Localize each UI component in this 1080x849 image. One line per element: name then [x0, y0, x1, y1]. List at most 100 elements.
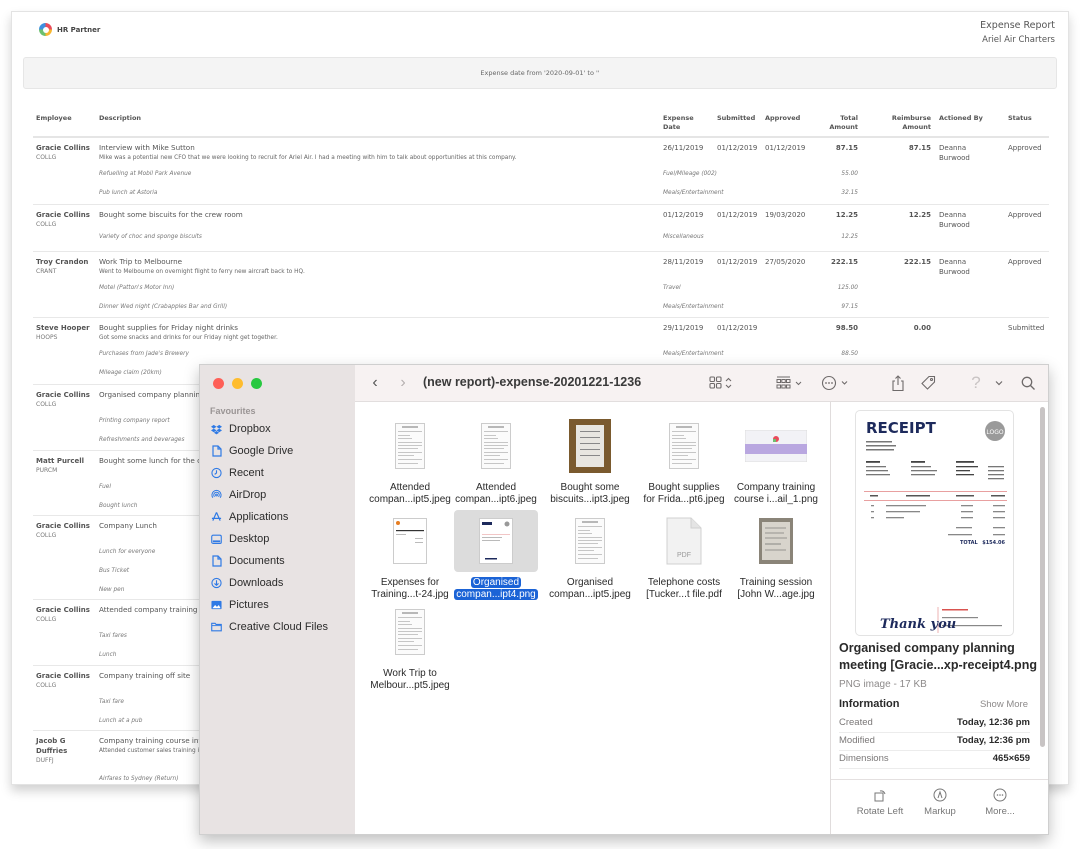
file-item[interactable]: Attended compan...ipt5.jpeg	[363, 415, 457, 506]
sidebar-item-pictures[interactable]: Pictures	[211, 595, 269, 615]
file-thumbnail	[734, 415, 818, 477]
applications-icon	[211, 512, 222, 523]
group-button[interactable]	[775, 373, 807, 393]
file-name-line2: [Tucker...t file.pdf	[646, 589, 722, 600]
line-item-description: Motel (Patton's Motor Inn)	[99, 285, 175, 291]
sidebar-item-creative-cloud-files[interactable]: Creative Cloud Files	[211, 617, 328, 637]
more-icon	[965, 788, 1035, 806]
file-name-line1: Organised	[470, 577, 522, 588]
file-thumbnail	[454, 510, 538, 572]
approved-date: 01/12/2019	[765, 144, 806, 152]
sidebar-item-airdrop[interactable]: AirDrop	[211, 485, 266, 505]
employee-code: COLLG	[36, 532, 57, 539]
pictures-icon	[211, 600, 222, 611]
company-name: Ariel Air Charters	[982, 35, 1055, 45]
file-name: Bought some biscuits...ipt3.jpeg	[543, 482, 637, 506]
file-item[interactable]: Work Trip to Melbour...pt5.jpeg	[363, 601, 457, 692]
information-header: Information	[839, 698, 900, 710]
col-description: Description	[99, 114, 142, 122]
preview-scrollbar[interactable]	[1040, 407, 1045, 747]
file-thumbnail	[368, 415, 452, 477]
sidebar-item-applications[interactable]: Applications	[211, 507, 288, 527]
submitted-date: 01/12/2019	[717, 258, 758, 266]
line-item-category: Meals/Entertainment	[663, 190, 724, 196]
more-button[interactable]: More...	[965, 788, 1035, 817]
more-toolbar-button[interactable]	[992, 373, 1006, 393]
file-name-line2: course i...ail_1.png	[734, 494, 818, 505]
employee-code: COLLG	[36, 221, 57, 228]
sidebar-item-recent[interactable]: Recent	[211, 463, 264, 483]
receipt-preview-image: RECEIPT LOGO TOTAL $154.06 Thank you	[855, 410, 1014, 636]
line-item-description: Variety of choc and sponge biscuits	[99, 234, 202, 240]
document-icon	[211, 445, 222, 457]
file-item[interactable]: Bought some biscuits...ipt3.jpeg	[543, 415, 637, 506]
employee-name: Gracie Collins	[36, 606, 90, 614]
show-more-link[interactable]: Show More	[980, 699, 1028, 710]
tag-icon	[921, 375, 936, 390]
view-mode-button[interactable]	[707, 373, 737, 393]
file-thumbnail: PDF	[642, 510, 726, 572]
employee-code: COLLG	[36, 616, 57, 623]
help-button[interactable]: ?	[968, 373, 984, 393]
tags-button[interactable]	[918, 373, 938, 393]
col-expense-date: Expense Date	[663, 114, 694, 131]
file-item[interactable]: Organised compan...ipt4.png	[449, 510, 543, 601]
finder-window: Favourites Dropbox Google Drive Recent AirD…	[199, 364, 1049, 835]
zoom-window-button[interactable]	[251, 378, 262, 389]
finder-toolbar: ‹ › (new report)-expense-20201221-1236 ?	[355, 365, 1048, 402]
info-value: 465×659	[992, 753, 1030, 764]
action-button[interactable]	[821, 373, 851, 393]
minimize-window-button[interactable]	[232, 378, 243, 389]
dropbox-icon	[211, 424, 222, 435]
col-employee: Employee	[36, 114, 72, 122]
search-icon	[1021, 376, 1035, 390]
expense-title: Organised company planning	[99, 390, 205, 399]
sidebar-item-label: Applications	[229, 511, 289, 523]
desktop-icon	[211, 534, 222, 545]
sidebar-item-label: Recent	[229, 467, 264, 479]
info-row-modified: Modified Today, 12:36 pm	[839, 733, 1030, 751]
chevron-down-icon	[995, 381, 1003, 386]
close-window-button[interactable]	[213, 378, 224, 389]
expense-title: Company training off site	[99, 671, 191, 680]
file-name-line1: Organised	[566, 577, 614, 588]
line-item-amount: 32.15	[841, 190, 858, 196]
employee-name: Gracie Collins	[36, 391, 90, 399]
col-total-amount: Total Amount	[829, 114, 858, 131]
file-item[interactable]: PDF Telephone costs [Tucker...t file.pdf	[637, 510, 731, 601]
sidebar-item-label: Creative Cloud Files	[229, 621, 329, 633]
sidebar-item-documents[interactable]: Documents	[211, 551, 285, 571]
sidebar-item-dropbox[interactable]: Dropbox	[211, 419, 271, 439]
back-button[interactable]: ‹	[367, 373, 383, 393]
file-item[interactable]: Training session [John W...age.jpg	[729, 510, 823, 601]
expense-description: Mike was a potential new CFO that we wer…	[99, 155, 517, 161]
file-item[interactable]: Organised compan...ipt5.jpeg	[543, 510, 637, 601]
file-name: Organised compan...ipt4.png	[449, 577, 543, 601]
file-item[interactable]: Company training course i...ail_1.png	[729, 415, 823, 506]
reimburse-amount: 222.15	[903, 258, 931, 266]
group-icon	[776, 376, 802, 389]
file-thumbnail	[454, 415, 538, 477]
search-button[interactable]	[1019, 373, 1037, 393]
file-item[interactable]: Attended compan...ipt6.jpeg	[449, 415, 543, 506]
file-name-line2: biscuits...ipt3.jpeg	[550, 494, 630, 505]
line-item-description: New pen	[99, 587, 125, 593]
file-item[interactable]: Expenses for Training...t-24.jpg	[363, 510, 457, 601]
share-button[interactable]	[889, 373, 907, 393]
line-item-category: Travel	[663, 285, 681, 291]
sidebar-item-desktop[interactable]: Desktop	[211, 529, 269, 549]
file-item[interactable]: Bought supplies for Frida...pt6.jpeg	[637, 415, 731, 506]
status: Approved	[1008, 211, 1042, 219]
file-name-line1: Expenses for	[380, 577, 440, 588]
forward-button[interactable]: ›	[395, 373, 411, 393]
expense-title: Bought supplies for Friday night drinks	[99, 323, 238, 332]
file-thumbnail	[548, 510, 632, 572]
sidebar-item-google-drive[interactable]: Google Drive	[211, 441, 293, 461]
chevron-right-icon: ›	[400, 374, 406, 391]
receipt-total-label: TOTAL	[960, 540, 979, 546]
receipt-thanks: Thank you	[880, 617, 956, 632]
sidebar-item-downloads[interactable]: Downloads	[211, 573, 283, 593]
file-name-line1: Bought supplies	[648, 482, 720, 493]
file-name: Bought supplies for Frida...pt6.jpeg	[637, 482, 731, 506]
file-name: Expenses for Training...t-24.jpg	[363, 577, 457, 601]
